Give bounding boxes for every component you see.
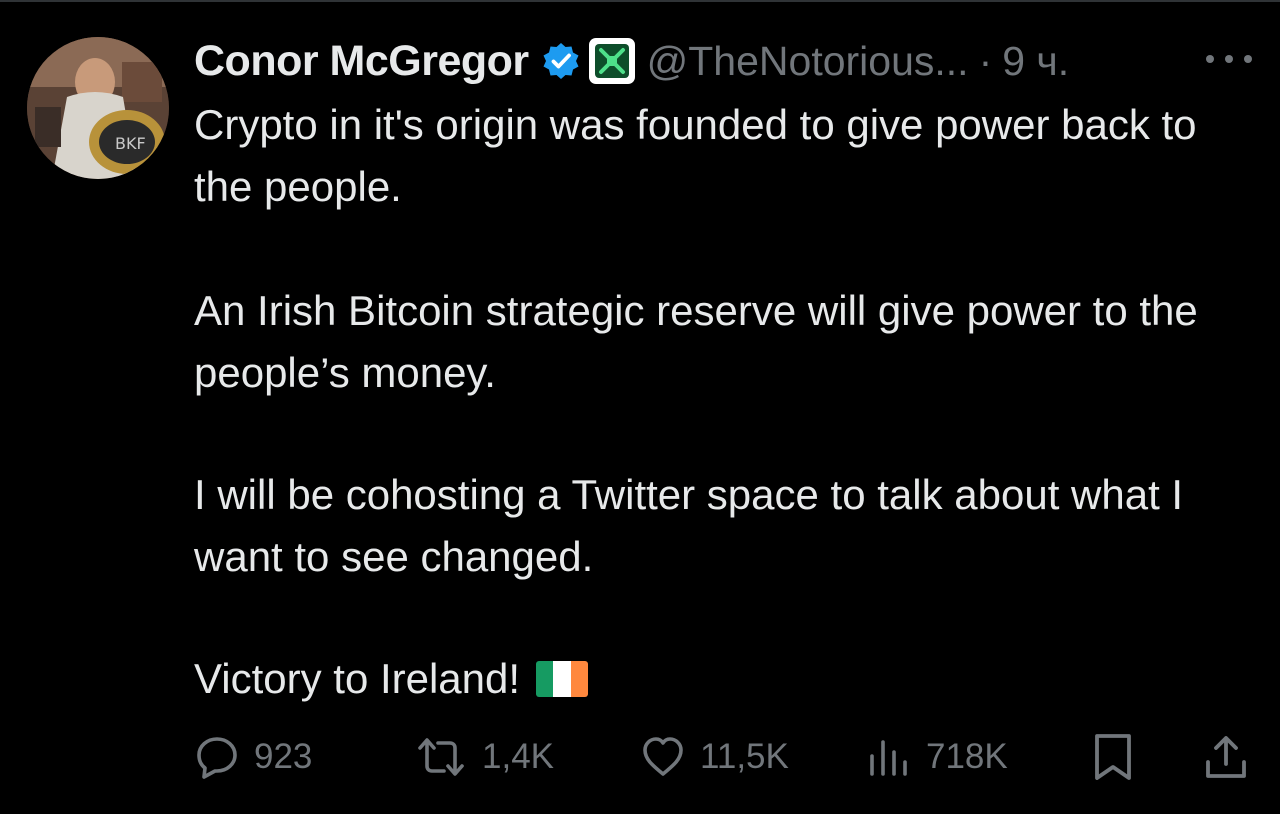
reply-button[interactable]: 923 bbox=[194, 727, 312, 787]
tweet-paragraph: An Irish Bitcoin strategic reserve will … bbox=[194, 287, 1198, 396]
action-bar: 923 1,4K 11,5K 718K bbox=[0, 727, 1280, 787]
like-icon bbox=[643, 737, 683, 776]
author-name[interactable]: Conor McGregor bbox=[194, 37, 529, 86]
bookmark-button[interactable] bbox=[1090, 727, 1136, 787]
tweet-paragraph: Victory to Ireland! bbox=[194, 655, 521, 702]
reply-count: 923 bbox=[254, 737, 313, 776]
like-count: 11,5K bbox=[700, 737, 789, 776]
ireland-flag-icon bbox=[536, 660, 589, 697]
svg-text:BKF: BKF bbox=[115, 134, 146, 153]
bookmark-icon bbox=[1095, 734, 1131, 780]
retweet-icon bbox=[418, 738, 464, 776]
separator-dot: · bbox=[978, 37, 993, 84]
retweet-button[interactable]: 1,4K bbox=[414, 727, 554, 787]
tweet-paragraph-last: Victory to Ireland! bbox=[194, 648, 1254, 710]
reply-icon bbox=[197, 737, 237, 779]
divider bbox=[0, 0, 1280, 2]
share-button[interactable] bbox=[1203, 727, 1249, 787]
author-handle[interactable]: @TheNotorious... bbox=[647, 38, 969, 85]
more-icon[interactable] bbox=[1206, 50, 1252, 68]
like-button[interactable]: 11,5K bbox=[640, 727, 789, 787]
share-icon bbox=[1206, 736, 1246, 778]
tweet-header: Conor McGregor @TheNotorious... · 9 ч. bbox=[194, 34, 1069, 88]
retweet-count: 1,4K bbox=[482, 737, 554, 776]
avatar[interactable]: BKF bbox=[27, 37, 169, 179]
tweet: BKF Conor McGregor @TheNotorious... · 9 … bbox=[0, 0, 1280, 814]
views-count: 718K bbox=[926, 737, 1008, 776]
affiliate-badge-icon[interactable] bbox=[588, 38, 635, 84]
verified-badge-icon bbox=[543, 43, 579, 79]
timestamp[interactable]: 9 ч. bbox=[1002, 38, 1069, 85]
views-button[interactable]: 718K bbox=[866, 727, 1008, 787]
tweet-paragraph: I will be cohosting a Twitter space to t… bbox=[194, 471, 1184, 580]
tweet-paragraph: Crypto in it's origin was founded to giv… bbox=[194, 101, 1197, 210]
views-icon bbox=[870, 740, 907, 776]
